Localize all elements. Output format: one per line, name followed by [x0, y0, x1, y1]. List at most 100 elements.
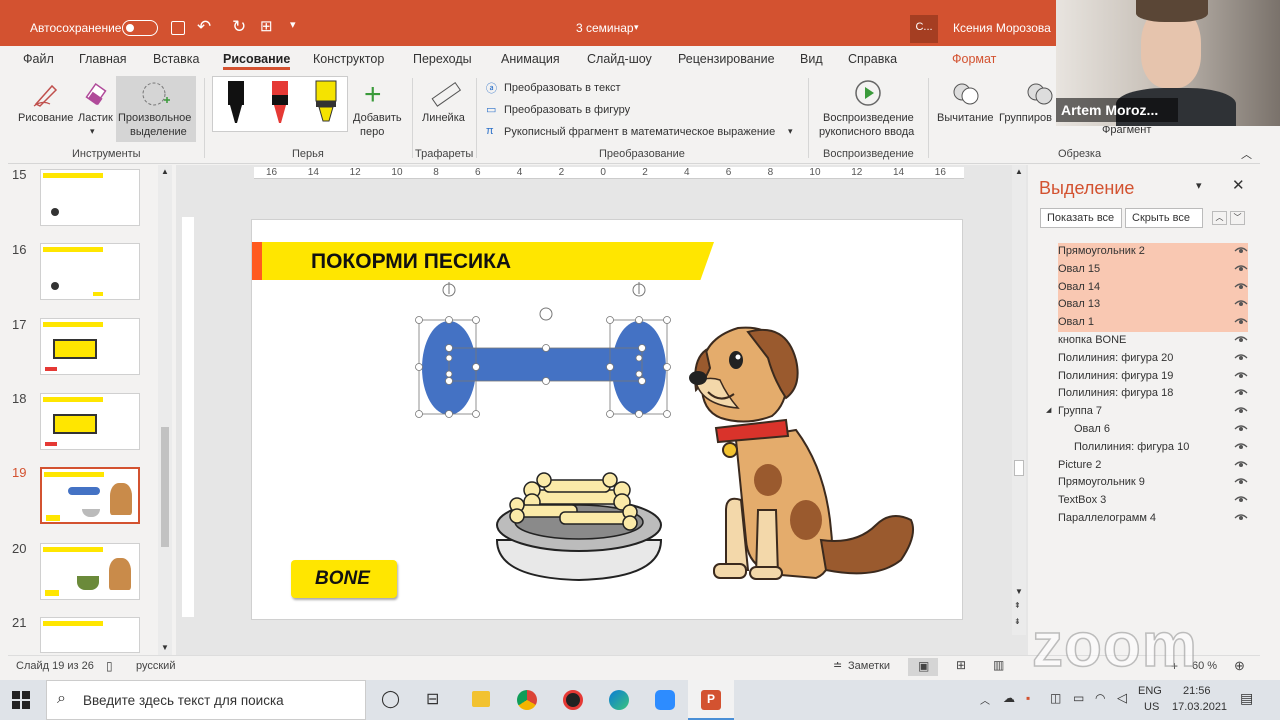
visibility-eye-icon[interactable]: [1234, 424, 1248, 434]
ink-replay-icon[interactable]: [853, 78, 883, 108]
add-pen-label-2[interactable]: перо: [360, 126, 384, 138]
eraser-icon[interactable]: [84, 80, 112, 108]
selection-pane-item[interactable]: TextBox 3: [1058, 492, 1248, 510]
group-button[interactable]: Группиров: [999, 112, 1052, 124]
convert-math-dropdown-icon[interactable]: ▾: [788, 126, 793, 137]
slide-thumbnail-15[interactable]: [40, 169, 140, 226]
add-pen-icon[interactable]: +: [364, 78, 382, 112]
visibility-eye-icon[interactable]: [1234, 495, 1248, 505]
keyboard-layout[interactable]: US: [1144, 701, 1159, 713]
clock-date[interactable]: 17.03.2021: [1172, 701, 1227, 713]
canvas-scroll-down-icon[interactable]: ▼: [1015, 587, 1023, 596]
autosave-toggle[interactable]: [122, 20, 158, 36]
bone-shape[interactable]: [412, 278, 682, 423]
reading-view-icon[interactable]: ▥: [993, 658, 1004, 672]
visibility-eye-icon[interactable]: [1234, 246, 1248, 256]
slide-thumbnail-20[interactable]: [40, 543, 140, 600]
group-shapes-icon[interactable]: [1025, 80, 1055, 108]
scroll-up-icon[interactable]: ▲: [161, 167, 169, 176]
slide-thumbnail-19-selected[interactable]: [40, 467, 140, 524]
fit-slide-icon[interactable]: ⊕: [1234, 658, 1245, 674]
notes-button[interactable]: Заметки: [848, 660, 890, 672]
canvas-scroll-thumb[interactable]: [1014, 460, 1024, 476]
windows-start-icon[interactable]: [12, 691, 30, 709]
selection-pane-item[interactable]: Полилиния: фигура 10: [1058, 439, 1248, 457]
selection-pane-item[interactable]: Овал 13: [1058, 296, 1248, 315]
selection-pane-item[interactable]: Овал 1: [1058, 314, 1248, 333]
visibility-eye-icon[interactable]: [1234, 460, 1248, 470]
subtract-button[interactable]: Вычитание: [937, 112, 994, 124]
network-icon[interactable]: ◫: [1050, 691, 1061, 705]
selection-pane-item[interactable]: кнопка BONE: [1058, 332, 1248, 350]
keyboard-language[interactable]: ENG: [1138, 685, 1162, 697]
slide-thumbnail-21[interactable]: [40, 617, 140, 653]
tab-help[interactable]: Справка: [848, 52, 897, 66]
tray-app-icon[interactable]: ▪: [1026, 691, 1030, 705]
visibility-eye-icon[interactable]: [1234, 477, 1248, 487]
tab-review[interactable]: Рецензирование: [678, 52, 775, 66]
next-slide-icon[interactable]: ⇟: [1014, 617, 1021, 626]
onedrive-icon[interactable]: ☁: [1003, 691, 1015, 705]
visibility-eye-icon[interactable]: [1234, 513, 1248, 523]
selection-pane-item[interactable]: Овал 6: [1058, 421, 1248, 439]
save-icon[interactable]: [171, 21, 185, 35]
normal-view-button[interactable]: ▣: [908, 658, 938, 676]
tab-format[interactable]: Формат: [952, 52, 996, 66]
selection-pane-item[interactable]: Прямоугольник 2: [1058, 243, 1248, 261]
tab-slideshow[interactable]: Слайд-шоу: [587, 52, 652, 66]
pen-black-icon[interactable]: [227, 79, 245, 131]
canvas-scroll-up-icon[interactable]: ▲: [1015, 167, 1023, 176]
ink-replay-label-2[interactable]: рукописного ввода: [819, 126, 914, 138]
selection-pane-item[interactable]: Группа 7 ◢: [1046, 403, 1248, 421]
selection-pane-item[interactable]: Picture 2: [1058, 457, 1248, 475]
send-backward-icon[interactable]: ﹀: [1230, 211, 1245, 225]
slide-thumbnail-18[interactable]: [40, 393, 140, 450]
eraser-button[interactable]: Ластик: [78, 112, 113, 124]
visibility-eye-icon[interactable]: [1234, 406, 1248, 416]
visibility-eye-icon[interactable]: [1234, 282, 1248, 292]
visibility-eye-icon[interactable]: [1234, 299, 1248, 309]
undo-icon[interactable]: ↶: [197, 17, 211, 37]
subtract-icon[interactable]: [952, 80, 982, 108]
tray-overflow-icon[interactable]: ︿: [980, 692, 990, 707]
slide-title[interactable]: ПОКОРМИ ПЕСИКА: [311, 250, 511, 274]
visibility-eye-icon[interactable]: [1234, 317, 1248, 327]
hide-all-button[interactable]: Скрыть все: [1125, 208, 1203, 228]
bone-button[interactable]: BONE: [291, 560, 397, 598]
pen-red-icon[interactable]: [271, 79, 289, 131]
chrome-icon[interactable]: [517, 690, 537, 710]
dog-illustration[interactable]: [686, 320, 926, 585]
canvas-scrollbar[interactable]: ▲ ▼ ⇞ ⇟: [1012, 165, 1026, 635]
powerpoint-taskbar-button[interactable]: P: [688, 680, 734, 720]
eraser-dropdown-icon[interactable]: ▾: [90, 126, 95, 137]
pane-close-icon[interactable]: ✕: [1232, 176, 1245, 194]
ink-replay-label-1[interactable]: Воспроизведение: [823, 112, 914, 124]
user-avatar[interactable]: С...: [910, 15, 938, 43]
draw-pen-icon[interactable]: [32, 80, 62, 108]
slide-thumbnail-16[interactable]: [40, 243, 140, 300]
file-explorer-icon[interactable]: [472, 691, 490, 707]
visibility-eye-icon[interactable]: [1234, 388, 1248, 398]
tab-insert[interactable]: Вставка: [153, 52, 199, 66]
lasso-select-button[interactable]: Произвольное выделение: [116, 76, 196, 142]
bring-forward-icon[interactable]: ︿: [1212, 211, 1227, 225]
notes-icon[interactable]: ≐: [833, 659, 842, 672]
selection-pane-item[interactable]: Овал 14: [1058, 278, 1248, 297]
spellcheck-icon[interactable]: ▯: [106, 659, 113, 673]
title-chevron-icon[interactable]: ▾: [634, 22, 639, 33]
zoom-app-icon[interactable]: [655, 690, 675, 710]
customize-qat-icon[interactable]: ▾: [290, 18, 296, 31]
timeline-icon[interactable]: ⊟: [426, 689, 439, 709]
selection-pane-item[interactable]: Полилиния: фигура 19: [1058, 368, 1248, 386]
pane-options-icon[interactable]: ▾: [1196, 179, 1202, 192]
redo-icon[interactable]: ↻: [232, 17, 246, 37]
task-view-icon[interactable]: ◯: [381, 689, 400, 709]
tab-design[interactable]: Конструктор: [313, 52, 384, 66]
visibility-eye-icon[interactable]: [1234, 335, 1248, 345]
present-icon[interactable]: ⊞: [260, 17, 273, 35]
selection-pane-item[interactable]: Параллелограмм 4: [1058, 510, 1248, 528]
thumbnails-scrollbar[interactable]: ▲ ▼: [158, 165, 172, 655]
notifications-icon[interactable]: ▤: [1240, 690, 1253, 707]
draw-button[interactable]: Рисование: [18, 112, 73, 124]
volume-icon[interactable]: ◁: [1117, 690, 1127, 706]
